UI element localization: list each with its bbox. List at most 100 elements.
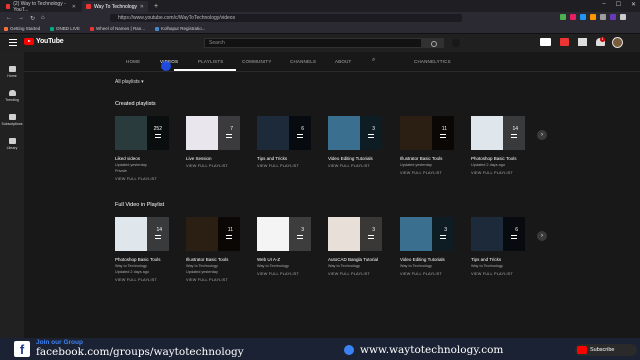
- sidebar-item-library[interactable]: Library: [0, 138, 24, 150]
- menu-icon[interactable]: [620, 14, 626, 20]
- bookmark-item[interactable]: Kolhapur Registratio...: [154, 26, 206, 31]
- extension-icon[interactable]: [590, 14, 596, 20]
- view-full-playlist-link[interactable]: VIEW FULL PLAYLIST: [400, 272, 442, 276]
- youtube-favicon-icon: [6, 4, 11, 9]
- sidebar-item-trending[interactable]: Trending: [0, 90, 24, 102]
- playlist-thumbnail[interactable]: 11: [186, 217, 240, 251]
- playlist-thumbnail[interactable]: 6: [257, 116, 311, 150]
- reload-icon[interactable]: ↻: [30, 15, 35, 22]
- browser-tab-2[interactable]: Way To Technology ✕: [82, 1, 148, 12]
- section-title: Full Video in Playlist: [115, 202, 165, 208]
- playlist-title[interactable]: Liked videos: [115, 156, 140, 161]
- maximize-icon[interactable]: ☐: [616, 1, 621, 8]
- playlist-sort-dropdown[interactable]: All playlists ▾: [115, 79, 144, 85]
- view-full-playlist-link[interactable]: VIEW FULL PLAYLIST: [471, 171, 513, 175]
- playlist-title[interactable]: AutoCAD Bangla Tutorial: [328, 257, 378, 262]
- youtube-logo[interactable]: YouTube: [24, 38, 64, 45]
- avatar[interactable]: [612, 37, 623, 48]
- website-url: www.waytotechnology.com: [360, 344, 504, 356]
- tab-about[interactable]: ABOUT: [335, 59, 352, 64]
- close-tab-icon[interactable]: ✕: [140, 4, 144, 10]
- bookmark-item[interactable]: Getting Started: [4, 26, 40, 31]
- playlist-thumbnail[interactable]: 3: [328, 217, 382, 251]
- search-button[interactable]: [422, 38, 444, 48]
- playlist-title[interactable]: Photoshop Basic Tools: [471, 156, 516, 161]
- extension-icon[interactable]: [560, 14, 566, 20]
- back-icon[interactable]: ←: [6, 15, 12, 21]
- playlist-title[interactable]: Tips and Tricks: [257, 156, 287, 161]
- view-full-playlist-link[interactable]: VIEW FULL PLAYLIST: [115, 278, 157, 282]
- view-full-playlist-link[interactable]: VIEW FULL PLAYLIST: [186, 278, 228, 282]
- chevron-down-icon: ▾: [141, 79, 144, 85]
- create-video-icon[interactable]: [540, 38, 551, 46]
- playlist-thumbnail[interactable]: 252: [115, 116, 169, 150]
- apps-grid-icon[interactable]: [578, 38, 587, 46]
- close-window-icon[interactable]: ✕: [631, 1, 636, 8]
- playlist-icon: [226, 134, 232, 138]
- playlist-thumbnail[interactable]: 14: [471, 116, 525, 150]
- active-tab-indicator: [174, 69, 236, 71]
- view-full-playlist-link[interactable]: VIEW FULL PLAYLIST: [471, 272, 513, 276]
- playlist-title[interactable]: Web UI A-Z: [257, 257, 280, 262]
- playlist-thumbnail[interactable]: 3: [400, 217, 454, 251]
- tab-community[interactable]: COMMUNITY: [242, 59, 272, 64]
- subscribe-button[interactable]: Subscribe: [575, 344, 637, 356]
- extension-icon[interactable]: [610, 14, 616, 20]
- search-input[interactable]: Search: [204, 38, 422, 48]
- home-icon[interactable]: ⌂: [41, 15, 45, 21]
- view-full-playlist-link[interactable]: VIEW FULL PLAYLIST: [328, 272, 370, 276]
- microphone-icon[interactable]: [452, 39, 460, 47]
- view-full-playlist-link[interactable]: VIEW FULL PLAYLIST: [400, 171, 442, 175]
- tab-channelytics[interactable]: CHANNELYTICS: [414, 59, 451, 64]
- video-count: 6: [301, 126, 304, 132]
- extension-icon[interactable]: [580, 14, 586, 20]
- playlist-thumbnail[interactable]: 6: [471, 217, 525, 251]
- new-tab-button[interactable]: +: [150, 1, 162, 12]
- bookmark-item[interactable]: Wheel of Names | Ran...: [90, 26, 145, 31]
- view-full-playlist-link[interactable]: VIEW FULL PLAYLIST: [257, 272, 299, 276]
- view-full-playlist-link[interactable]: VIEW FULL PLAYLIST: [257, 164, 299, 168]
- sidebar-item-subscriptions[interactable]: Subscriptions: [0, 114, 24, 126]
- bookmark-item[interactable]: DNBD LIVE: [50, 26, 80, 31]
- playlist-icon: [155, 235, 161, 239]
- playlist-title[interactable]: Photoshop Basic Tools: [115, 257, 160, 262]
- tab-channels[interactable]: CHANNELS: [290, 59, 316, 64]
- forward-icon[interactable]: →: [18, 15, 24, 21]
- tab-home[interactable]: HOME: [126, 59, 140, 64]
- playlist-title[interactable]: Live Session: [186, 156, 212, 161]
- section-title: Created playlists: [115, 101, 156, 107]
- playlist-meta: Way to Technology: [400, 264, 432, 268]
- browser-tab-label: Way To Technology: [94, 3, 137, 10]
- studio-icon[interactable]: [560, 38, 569, 46]
- video-count: 14: [512, 126, 518, 132]
- next-arrow-button[interactable]: ›: [537, 130, 547, 140]
- playlist-thumbnail[interactable]: 3: [328, 116, 382, 150]
- playlist-thumbnail[interactable]: 7: [186, 116, 240, 150]
- view-full-playlist-link[interactable]: VIEW FULL PLAYLIST: [328, 164, 370, 168]
- playlist-thumbnail[interactable]: 14: [115, 217, 169, 251]
- hamburger-menu-icon[interactable]: [9, 39, 17, 46]
- next-arrow-button[interactable]: ›: [537, 231, 547, 241]
- channel-search-icon[interactable]: ⌕: [372, 57, 376, 64]
- bookmarks-bar: Getting Started DNBD LIVE Wheel of Names…: [0, 24, 640, 34]
- extension-icon[interactable]: [570, 14, 576, 20]
- playlist-thumbnail[interactable]: 11: [400, 116, 454, 150]
- tab-playlists[interactable]: PLAYLISTS: [198, 59, 223, 64]
- extension-icon[interactable]: [600, 14, 606, 20]
- sidebar-item-home[interactable]: Home: [0, 66, 24, 78]
- close-tab-icon[interactable]: ✕: [72, 4, 76, 10]
- view-full-playlist-link[interactable]: VIEW FULL PLAYLIST: [186, 164, 228, 168]
- playlist-title[interactable]: Illustrator Basic Tools: [186, 257, 228, 262]
- minimize-icon[interactable]: –: [602, 1, 605, 8]
- playlist-title[interactable]: Video Editing Tutorials: [400, 257, 445, 262]
- view-full-playlist-link[interactable]: VIEW FULL PLAYLIST: [115, 177, 157, 181]
- address-bar[interactable]: https://www.youtube.com/c/WayToTechnolog…: [110, 14, 462, 22]
- playlist-title[interactable]: Illustrator Basic Tools: [400, 156, 442, 161]
- playlist-title[interactable]: Tips and Tricks: [471, 257, 501, 262]
- playlist-icon: [368, 134, 374, 138]
- browser-tab-1[interactable]: (2) Way to Technology - YouT... ✕: [2, 1, 80, 13]
- playlist-meta: Updated yesterday: [186, 270, 218, 274]
- playlist-thumbnail[interactable]: 3: [257, 217, 311, 251]
- playlist-title[interactable]: Video Editing Tutorials: [328, 156, 373, 161]
- playlist-count-overlay: 14: [503, 116, 525, 150]
